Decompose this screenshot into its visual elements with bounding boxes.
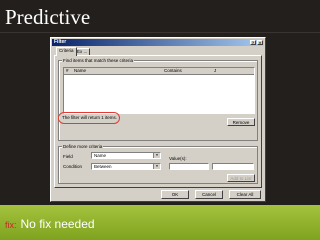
ok-button[interactable]: OK [161, 190, 189, 199]
condition-select-value: Between [94, 164, 112, 169]
add-to-list-button[interactable]: Add to List [227, 174, 255, 182]
clear-all-button[interactable]: Clear All [229, 190, 261, 199]
column-header-value[interactable]: J [214, 68, 216, 74]
help-icon[interactable]: ? [250, 40, 256, 45]
footer-note: fix: No fix needed [5, 217, 95, 231]
column-header-name[interactable]: Name [74, 68, 86, 74]
cancel-button[interactable]: Cancel [195, 190, 223, 199]
footer-tag: fix: [5, 220, 17, 230]
criteria-list[interactable]: # Name Contains J [63, 67, 255, 114]
condition-select[interactable]: Between ▼ [91, 163, 161, 170]
highlight-callout [58, 112, 120, 124]
value-input-start[interactable] [169, 163, 209, 170]
dialog-title: Filter [54, 39, 67, 45]
criteria-list-header: # Name Contains J [64, 68, 254, 75]
slide-footer: fix: No fix needed [0, 205, 320, 240]
slide-title: Predictive [5, 5, 91, 29]
condition-label: Condition [63, 164, 83, 169]
define-group-label: Define more criteria [62, 144, 104, 149]
dialog-titlebar: Filter ? × [52, 39, 264, 46]
criteria-group: Find items that match these criteria # N… [58, 58, 258, 141]
tab-criteria[interactable]: Criteria [56, 47, 77, 56]
chevron-down-icon[interactable]: ▼ [153, 164, 160, 169]
title-divider [0, 32, 320, 33]
footer-message: No fix needed [20, 217, 95, 231]
field-label: Field [63, 154, 73, 159]
close-icon[interactable]: × [257, 40, 263, 45]
define-criteria-group: Define more criteria Field Name ▼ Value(… [58, 144, 258, 184]
criteria-group-label: Find items that match these criteria [62, 58, 135, 63]
chevron-down-icon[interactable]: ▼ [153, 153, 160, 158]
column-header-condition[interactable]: Contains [164, 68, 182, 74]
values-label: Value(s): [169, 156, 187, 161]
field-select[interactable]: Name ▼ [91, 152, 161, 159]
remove-button[interactable]: Remove [227, 118, 255, 126]
field-select-value: Name [94, 153, 107, 158]
value-input-end[interactable] [212, 163, 254, 170]
column-header-icon: # [66, 68, 69, 73]
